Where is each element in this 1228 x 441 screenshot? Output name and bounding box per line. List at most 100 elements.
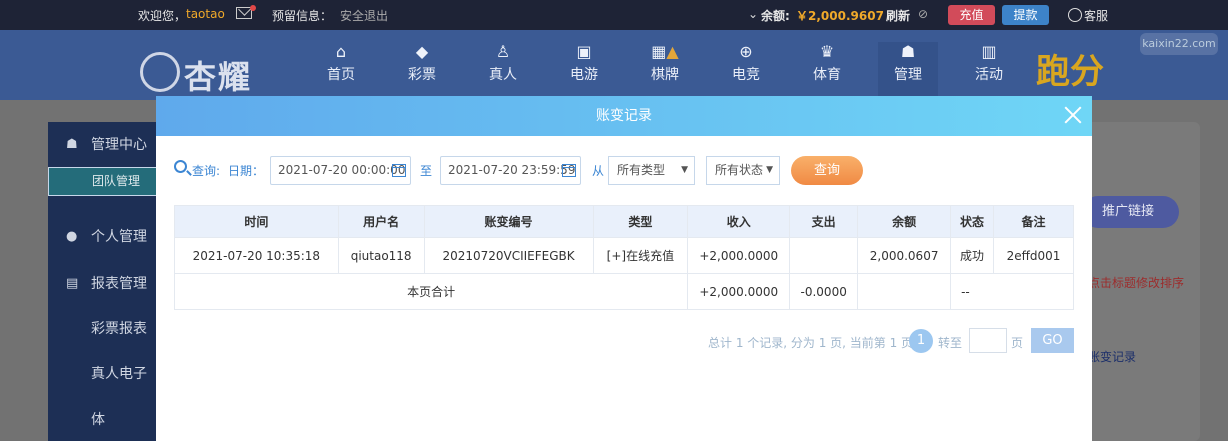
nav-item-sports[interactable]: ♛ 体育 xyxy=(797,42,857,84)
to-label: 至 xyxy=(420,164,433,178)
chat-icon[interactable] xyxy=(1068,8,1082,22)
pager-page-input[interactable] xyxy=(969,328,1007,353)
account-change-link[interactable]: 账变记录 xyxy=(1088,348,1136,365)
sidebar-item-team[interactable]: 团队管理 xyxy=(48,167,158,196)
ticket-icon: ◆ xyxy=(415,42,429,61)
summary-row: 本页合计 +2,000.0000 -0.0000 -- xyxy=(173,273,1074,310)
column-header[interactable]: 类型 xyxy=(592,205,689,238)
nav-label: 活动 xyxy=(975,67,1003,83)
withdraw-button[interactable]: 提款 xyxy=(1002,5,1049,25)
status-select[interactable]: 所有状态 ▼ xyxy=(706,156,780,185)
column-header[interactable]: 收入 xyxy=(687,205,791,238)
users-icon: ☗ xyxy=(66,137,78,152)
gift-icon: ▥ xyxy=(981,42,997,61)
nav-item-chess[interactable]: ▦▲ 棋牌 xyxy=(635,42,695,84)
pager-go-button[interactable]: GO xyxy=(1031,328,1074,353)
watermark: kaixin22.com xyxy=(1140,33,1218,55)
column-header[interactable]: 状态 xyxy=(950,205,994,238)
dropdown-arrow-icon: ▼ xyxy=(681,165,688,175)
summary-label: 本页合计 xyxy=(173,273,689,310)
cell-expense xyxy=(789,237,859,274)
cell-username: qiutao118 xyxy=(337,237,425,274)
customer-service-link[interactable]: 客服 xyxy=(1084,7,1108,24)
status-select-value: 所有状态 xyxy=(715,163,764,177)
nav-label: 电竞 xyxy=(732,67,760,83)
users-icon: ☗ xyxy=(900,42,916,61)
nav-item-activity[interactable]: ▥ 活动 xyxy=(959,42,1019,84)
search-icon xyxy=(174,160,187,173)
modal-title: 账变记录 xyxy=(596,108,652,124)
type-select[interactable]: 所有类型 ▼ xyxy=(608,156,695,185)
refresh-link[interactable]: 刷新 xyxy=(886,7,910,24)
home-icon: ⌂ xyxy=(335,42,347,61)
pager-page-label: 页 xyxy=(1011,336,1024,350)
paofen-banner[interactable]: 跑分 xyxy=(1036,44,1104,93)
calendar-icon[interactable] xyxy=(392,164,406,177)
column-header[interactable]: 支出 xyxy=(789,205,859,238)
balance-label: 余额: xyxy=(761,9,790,23)
nav-label: 彩票 xyxy=(408,67,436,83)
pager-info: 总计 1 个记录, 分为 1 页, 当前第 1 页 xyxy=(708,336,914,350)
account-change-modal: 账变记录 查询: 日期： 2021-07-20 00:00:00 至 2021-… xyxy=(156,96,1092,441)
start-date-input[interactable]: 2021-07-20 00:00:00 xyxy=(270,156,411,185)
pager-current-page[interactable]: 1 xyxy=(909,329,933,353)
summary-expense: -0.0000 xyxy=(789,273,859,310)
pager-goto-label: 转至 xyxy=(938,336,963,350)
calendar-icon[interactable] xyxy=(562,164,576,177)
cell-balance: 2,000.0607 xyxy=(857,237,952,274)
table-header-row: 时间 用户名 账变编号 类型 收入 支出 余额 状态 备注 xyxy=(174,205,1075,238)
sidebar-item-reports[interactable]: ▤ 报表管理 xyxy=(48,261,158,307)
cell-note: 2effd001 xyxy=(992,237,1075,274)
dropdown-arrow-icon: ▼ xyxy=(766,165,773,175)
column-header[interactable]: 账变编号 xyxy=(423,205,594,238)
nav-label: 棋牌 xyxy=(651,67,679,83)
sidebar-item-personal[interactable]: ● 个人管理 xyxy=(48,214,158,260)
nav-item-home[interactable]: ⌂ 首页 xyxy=(311,42,371,84)
summary-status: -- xyxy=(950,273,1074,310)
start-date-value: 2021-07-20 00:00:00 xyxy=(278,163,406,177)
sidebar-label: 报表管理 xyxy=(91,276,147,292)
nav-label: 真人 xyxy=(489,67,517,83)
main-nav: 杏耀 ⌂ 首页 ◆ 彩票 ♙ 真人 ▣ 电游 ▦▲ 棋牌 ⊕ 电竞 ♛ 体育 ☗ 管理 ▥ 活动 … xyxy=(0,30,1228,100)
nav-label: 管理 xyxy=(894,67,922,83)
sidebar-label: 团队管理 xyxy=(92,174,141,188)
sidebar-label: 彩票报表 xyxy=(91,321,147,337)
nav-item-manage[interactable]: ☗ 管理 xyxy=(878,42,938,100)
nav-item-esports[interactable]: ⊕ 电竞 xyxy=(716,42,776,84)
eye-off-icon[interactable]: ⊘ xyxy=(918,7,928,21)
column-header[interactable]: 用户名 xyxy=(337,205,425,238)
sidebar-item-lottery-report[interactable]: 彩票报表 xyxy=(48,306,158,352)
reserve-info-label: 预留信息： xyxy=(272,9,333,23)
sidebar-item-center[interactable]: ☗ 管理中心 xyxy=(48,122,158,168)
end-date-input[interactable]: 2021-07-20 23:59:59 xyxy=(440,156,581,185)
close-icon[interactable] xyxy=(1064,106,1082,124)
document-icon: ▤ xyxy=(66,276,79,291)
slot-icon: ▣ xyxy=(576,42,592,61)
cell-record-id: 20210720VCIIEFEGBK xyxy=(423,237,594,274)
chevron-down-icon[interactable]: ⌄ xyxy=(748,7,758,21)
nav-item-lottery[interactable]: ◆ 彩票 xyxy=(392,42,452,84)
column-header[interactable]: 时间 xyxy=(174,205,339,238)
logo[interactable]: 杏耀 xyxy=(140,38,270,96)
sidebar-label: 个人管理 xyxy=(91,229,147,245)
sidebar-label: 管理中心 xyxy=(91,137,147,153)
column-header[interactable]: 余额 xyxy=(857,205,952,238)
query-button[interactable]: 查询 xyxy=(791,156,863,185)
nav-item-live[interactable]: ♙ 真人 xyxy=(473,42,533,84)
cell-type: [+]在线充值 xyxy=(592,237,689,274)
logout-link[interactable]: 安全退出 xyxy=(340,7,388,24)
records-table: 时间 用户名 账变编号 类型 收入 支出 余额 状态 备注 2021-07-20… xyxy=(173,205,1075,310)
balance-value: ￥2,000.9607 xyxy=(796,9,884,23)
nav-item-slots[interactable]: ▣ 电游 xyxy=(554,42,614,84)
sidebar-item-live-report[interactable]: 真人电子体 xyxy=(48,351,158,428)
username[interactable]: taotao xyxy=(186,7,225,21)
person-icon: ● xyxy=(66,229,78,244)
nav-label: 体育 xyxy=(813,67,841,83)
sidebar-label: 真人电子体 xyxy=(91,366,147,428)
cell-time: 2021-07-20 10:35:18 xyxy=(174,237,339,274)
notification-dot-icon xyxy=(250,5,256,11)
promo-link-button[interactable]: 推广链接 xyxy=(1082,196,1179,228)
cell-income: +2,000.0000 xyxy=(687,237,791,274)
column-header[interactable]: 备注 xyxy=(992,205,1075,238)
recharge-button[interactable]: 充值 xyxy=(948,5,995,25)
